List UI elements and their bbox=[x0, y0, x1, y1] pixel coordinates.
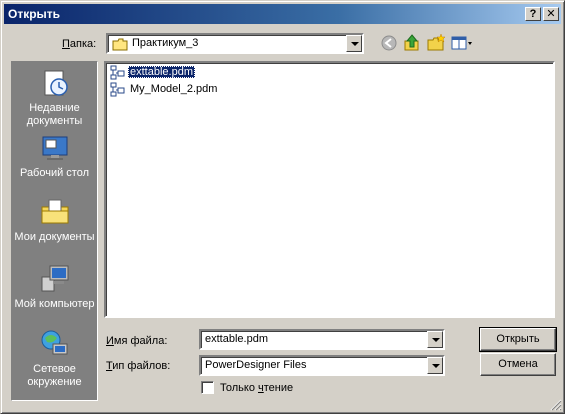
place-network-places[interactable]: Сетевое окружение bbox=[12, 328, 97, 389]
view-menu-icon[interactable] bbox=[450, 33, 474, 53]
filetype-dropdown-arrow[interactable] bbox=[427, 357, 443, 374]
places-bar: Недавние документы Рабочий стол Мои доку… bbox=[11, 61, 98, 401]
readonly-checkbox[interactable] bbox=[201, 381, 214, 394]
new-folder-icon[interactable] bbox=[426, 33, 446, 53]
filetype-label: Тип файлов: bbox=[106, 360, 171, 372]
help-button[interactable]: ? bbox=[525, 7, 541, 21]
file-name: exttable.pdm bbox=[128, 66, 195, 78]
pdm-file-icon bbox=[110, 82, 125, 97]
desktop-icon bbox=[42, 136, 67, 160]
lookin-combobox[interactable]: Практикум_3 bbox=[106, 33, 364, 54]
network-places-icon bbox=[41, 330, 67, 355]
filetype-value: PowerDesigner Files bbox=[205, 359, 307, 371]
filename-dropdown-arrow[interactable] bbox=[427, 331, 443, 348]
pdm-file-icon bbox=[110, 65, 125, 80]
filename-label: Имя файла: bbox=[106, 335, 168, 347]
filetype-select[interactable]: PowerDesigner Files bbox=[199, 355, 445, 376]
file-name: My_Model_2.pdm bbox=[130, 83, 218, 95]
my-documents-icon bbox=[41, 199, 68, 224]
readonly-label[interactable]: Только чтение bbox=[220, 382, 293, 394]
folder-icon bbox=[112, 38, 128, 51]
place-my-computer[interactable]: Мой компьютер bbox=[12, 263, 97, 311]
place-desktop[interactable]: Рабочий стол bbox=[12, 132, 97, 180]
title-bar[interactable]: Открыть ? ✕ bbox=[4, 4, 561, 24]
open-file-dialog: Открыть ? ✕ Папка: Практикум_3 Недавние … bbox=[0, 0, 565, 414]
open-button[interactable]: Открыть bbox=[479, 327, 557, 352]
lookin-dropdown-arrow[interactable] bbox=[346, 35, 362, 52]
resize-grip-icon[interactable] bbox=[550, 399, 562, 411]
filename-input[interactable]: exttable.pdm bbox=[199, 329, 445, 350]
place-my-documents[interactable]: Мои документы bbox=[12, 196, 97, 244]
file-list[interactable]: exttable.pdm My_Model_2.pdm bbox=[104, 61, 555, 318]
filename-value: exttable.pdm bbox=[205, 333, 268, 345]
dialog-title: Открыть bbox=[8, 7, 61, 21]
place-recent-documents[interactable]: Недавние документы bbox=[12, 67, 97, 128]
recent-documents-icon bbox=[44, 70, 68, 96]
back-icon[interactable] bbox=[379, 33, 399, 53]
up-folder-icon[interactable] bbox=[402, 33, 422, 53]
lookin-value: Практикум_3 bbox=[132, 37, 199, 49]
close-button[interactable]: ✕ bbox=[543, 7, 559, 21]
cancel-button[interactable]: Отмена bbox=[480, 353, 556, 376]
my-computer-icon bbox=[41, 265, 68, 292]
lookin-label: Папка: bbox=[62, 38, 97, 50]
